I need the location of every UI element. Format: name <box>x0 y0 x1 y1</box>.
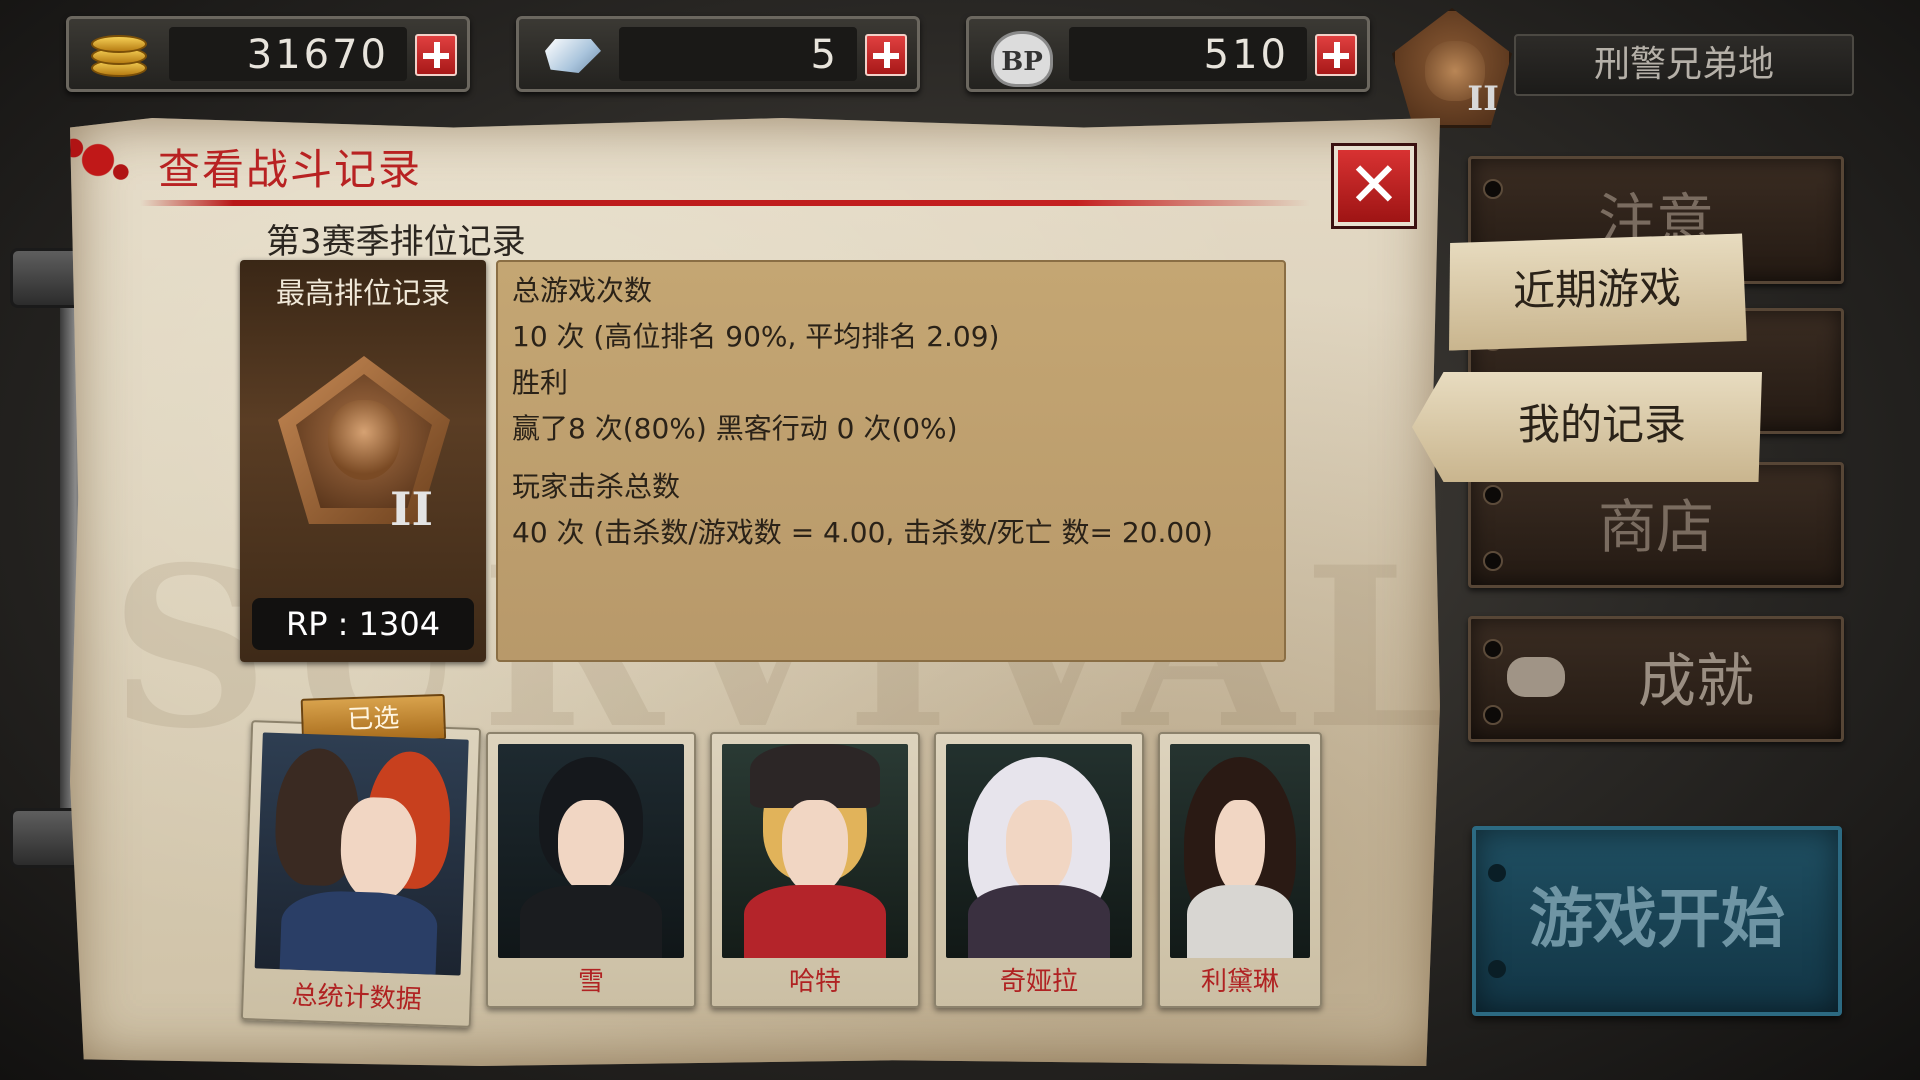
game-start-label: 游戏开始 <box>1529 883 1785 957</box>
tab-recent-games-label: 近期游戏 <box>1512 263 1682 316</box>
tab-my-records-label: 我的记录 <box>1517 400 1686 449</box>
game-start-button[interactable]: 游戏开始 <box>1472 826 1842 1016</box>
rp-value: RP : 1304 <box>252 598 474 650</box>
character-card-hart[interactable]: 哈特 <box>710 732 920 1008</box>
diamond-icon <box>527 25 611 85</box>
gold-coins-icon <box>77 25 161 85</box>
bp-paw-icon: BP <box>977 25 1061 87</box>
best-rank-label: 最高排位记录 <box>275 276 450 310</box>
shop-label: 商店 <box>1597 493 1714 561</box>
character-name: 利黛琳 <box>1200 967 1279 997</box>
title-divider <box>140 200 1310 206</box>
games-heading: 总游戏次数 <box>512 274 653 307</box>
add-gold-button[interactable] <box>415 34 457 76</box>
best-rank-card: 最高排位记录 II RP : 1304 <box>240 260 486 662</box>
character-card-lidelin[interactable]: 利黛琳 <box>1158 732 1322 1008</box>
add-bp-button[interactable] <box>1315 34 1357 76</box>
player-rank-tier: II <box>1467 79 1499 119</box>
games-value: 10 次 (高位排名 90%, 平均排名 2.09) <box>512 320 1000 353</box>
gold-counter: 31670 <box>66 16 470 92</box>
battle-record-panel: SURVIVAL GAMES 查看战斗记录 ✕ 第3赛季排位记录 最高排位记录 … <box>70 118 1440 1066</box>
xue-portrait <box>498 744 684 958</box>
character-name: 雪 <box>577 967 604 997</box>
hart-portrait <box>722 744 908 958</box>
player-name[interactable]: 刑警兄弟地 <box>1514 34 1854 96</box>
tab-my-records[interactable]: 我的记录 <box>1412 372 1762 482</box>
achievements-button[interactable]: 成就 <box>1468 616 1844 742</box>
diamond-counter: 5 <box>516 16 920 92</box>
character-card-xue[interactable]: 雪 <box>486 732 696 1008</box>
season-title: 第3赛季排位记录 <box>266 222 526 262</box>
gold-amount: 31670 <box>169 27 407 81</box>
kills-heading: 玩家击杀总数 <box>512 470 681 503</box>
character-name: 哈特 <box>788 967 841 997</box>
wins-value: 赢了8 次(80%) 黑客行动 0 次(0%) <box>512 412 958 445</box>
bp-counter: BP 510 <box>966 16 1370 92</box>
blood-splatter-icon <box>70 130 136 190</box>
character-card-overall[interactable]: 已选 总统计数据 <box>240 693 482 1028</box>
diamond-amount: 5 <box>619 27 857 81</box>
kills-value: 40 次 (击杀数/游戏数 = 4.00, 击杀数/死亡 数= 20.00) <box>512 516 1213 549</box>
close-button[interactable]: ✕ <box>1334 146 1414 226</box>
character-card-chiara[interactable]: 奇娅拉 <box>934 732 1144 1008</box>
tab-recent-games[interactable]: 近期游戏 <box>1447 233 1747 350</box>
stats-box: 总游戏次数 10 次 (高位排名 90%, 平均排名 2.09) 胜利 赢了8 … <box>496 260 1286 662</box>
chiara-portrait <box>946 744 1132 958</box>
lidelin-portrait <box>1170 744 1310 958</box>
add-diamond-button[interactable] <box>865 34 907 76</box>
best-rank-tier: II <box>390 482 434 536</box>
overall-portrait <box>254 732 469 976</box>
wins-heading: 胜利 <box>512 366 569 399</box>
gamepad-icon <box>1507 657 1565 697</box>
achievements-label: 成就 <box>1637 647 1754 715</box>
panel-title: 查看战斗记录 <box>158 145 423 194</box>
bp-amount: 510 <box>1069 27 1307 81</box>
character-name: 奇娅拉 <box>999 967 1078 997</box>
character-name: 总统计数据 <box>291 980 423 1016</box>
